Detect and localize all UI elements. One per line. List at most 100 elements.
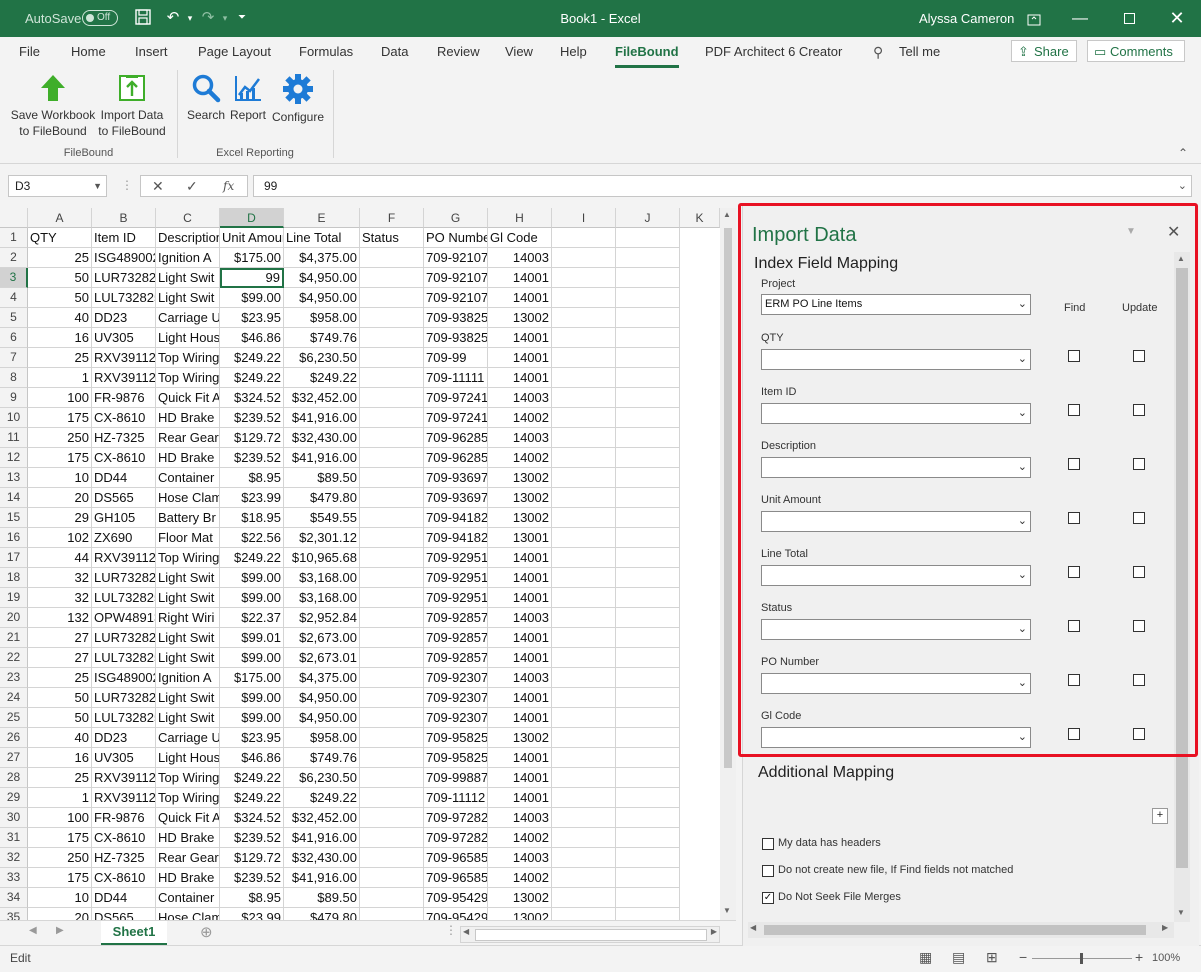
table-cell[interactable]: $23.99 — [220, 908, 284, 920]
next-sheet-icon[interactable]: ▶ — [56, 925, 64, 936]
table-cell[interactable]: 50 — [28, 688, 92, 708]
row-header[interactable]: 33 — [0, 868, 28, 888]
table-cell[interactable] — [616, 908, 680, 920]
table-cell[interactable]: 14001 — [488, 748, 552, 768]
table-cell[interactable]: HZ-7325 — [92, 428, 156, 448]
table-cell[interactable]: 27 — [28, 648, 92, 668]
table-cell[interactable] — [616, 268, 680, 288]
table-cell[interactable] — [360, 508, 424, 528]
table-cell[interactable] — [552, 768, 616, 788]
table-cell[interactable]: Battery Br — [156, 508, 220, 528]
row-header[interactable]: 25 — [0, 708, 28, 728]
table-cell[interactable]: DD23 — [92, 308, 156, 328]
table-cell[interactable]: HD Brake — [156, 828, 220, 848]
table-cell[interactable]: ISG489002 — [92, 248, 156, 268]
table-cell[interactable]: LUR732824 — [92, 268, 156, 288]
column-header[interactable]: F — [360, 208, 424, 228]
table-cell[interactable]: 13002 — [488, 888, 552, 908]
table-cell[interactable]: $46.86 — [220, 328, 284, 348]
table-cell[interactable] — [616, 748, 680, 768]
table-cell[interactable] — [552, 748, 616, 768]
table-cell[interactable]: 709-96285 — [424, 428, 488, 448]
table-cell[interactable]: 709-94182 — [424, 528, 488, 548]
scroll-up-icon[interactable]: ▲ — [723, 210, 731, 219]
table-cell[interactable]: 27 — [28, 628, 92, 648]
scroll-down-icon[interactable]: ▼ — [723, 906, 731, 915]
table-cell[interactable]: RXV39112 — [92, 548, 156, 568]
row-header[interactable]: 11 — [0, 428, 28, 448]
table-cell[interactable]: 13002 — [488, 508, 552, 528]
table-cell[interactable]: 1 — [28, 788, 92, 808]
table-cell[interactable]: 14001 — [488, 288, 552, 308]
active-cell[interactable]: 99 — [220, 268, 284, 288]
row-header[interactable]: 18 — [0, 568, 28, 588]
pane-hscroll-thumb[interactable] — [764, 925, 1146, 935]
enter-check-icon[interactable]: ✓ — [186, 178, 198, 195]
table-cell[interactable] — [616, 628, 680, 648]
row-header[interactable]: 7 — [0, 348, 28, 368]
comments-button[interactable]: ▭ Comments — [1087, 40, 1185, 62]
table-cell[interactable] — [360, 308, 424, 328]
table-cell[interactable]: Description — [156, 228, 220, 248]
row-header[interactable]: 23 — [0, 668, 28, 688]
column-header[interactable]: C — [156, 208, 220, 228]
table-cell[interactable]: 13002 — [488, 728, 552, 748]
option-checkbox[interactable] — [762, 865, 774, 877]
row-header[interactable]: 34 — [0, 888, 28, 908]
table-cell[interactable]: $32,430.00 — [284, 428, 360, 448]
table-cell[interactable]: 709-93697 — [424, 468, 488, 488]
table-cell[interactable] — [360, 728, 424, 748]
table-cell[interactable] — [360, 288, 424, 308]
table-cell[interactable]: UV305 — [92, 328, 156, 348]
table-cell[interactable] — [552, 728, 616, 748]
table-cell[interactable]: 25 — [28, 768, 92, 788]
table-cell[interactable]: 25 — [28, 668, 92, 688]
table-cell[interactable]: Rear Gear — [156, 428, 220, 448]
collapse-ribbon-icon[interactable]: ⌃ — [1178, 146, 1188, 160]
table-cell[interactable] — [552, 488, 616, 508]
table-cell[interactable]: 709-92857 — [424, 608, 488, 628]
report-button[interactable]: Report — [229, 73, 267, 123]
table-cell[interactable]: 25 — [28, 248, 92, 268]
search-button[interactable]: Search — [186, 73, 226, 123]
table-cell[interactable] — [616, 288, 680, 308]
table-cell[interactable]: 14001 — [488, 688, 552, 708]
table-cell[interactable] — [360, 628, 424, 648]
table-cell[interactable] — [616, 688, 680, 708]
table-cell[interactable]: $2,673.01 — [284, 648, 360, 668]
table-cell[interactable]: Gl Code — [488, 228, 552, 248]
table-cell[interactable]: Hose Clam — [156, 488, 220, 508]
table-cell[interactable] — [360, 428, 424, 448]
table-cell[interactable]: RXV39112 — [92, 788, 156, 808]
table-cell[interactable] — [360, 388, 424, 408]
table-cell[interactable]: 132 — [28, 608, 92, 628]
table-cell[interactable]: Carriage U — [156, 308, 220, 328]
table-cell[interactable] — [552, 348, 616, 368]
column-header[interactable]: B — [92, 208, 156, 228]
table-cell[interactable] — [552, 608, 616, 628]
table-cell[interactable]: $3,168.00 — [284, 588, 360, 608]
table-cell[interactable] — [552, 588, 616, 608]
tab-splitter-icon[interactable]: ⋮ — [445, 923, 457, 937]
pane-scroll-right-icon[interactable]: ▶ — [1162, 923, 1168, 932]
column-header[interactable]: E — [284, 208, 360, 228]
table-cell[interactable]: CX-8610 — [92, 828, 156, 848]
table-cell[interactable]: 29 — [28, 508, 92, 528]
page-layout-view-icon[interactable]: ▤ — [952, 949, 965, 966]
table-cell[interactable]: 14001 — [488, 548, 552, 568]
table-cell[interactable] — [552, 868, 616, 888]
add-mapping-button[interactable]: + — [1152, 808, 1168, 824]
table-cell[interactable]: $22.56 — [220, 528, 284, 548]
table-cell[interactable]: UV305 — [92, 748, 156, 768]
table-cell[interactable]: $8.95 — [220, 888, 284, 908]
pane-horizontal-scrollbar[interactable]: ◀ ▶ — [748, 922, 1174, 938]
table-cell[interactable] — [616, 248, 680, 268]
table-cell[interactable]: 709-95429 — [424, 908, 488, 920]
table-cell[interactable]: Top Wiring — [156, 348, 220, 368]
table-cell[interactable]: Item ID — [92, 228, 156, 248]
table-cell[interactable]: LUR732824 — [92, 568, 156, 588]
tab-pdf-architect[interactable]: PDF Architect 6 Creator — [705, 44, 842, 59]
zoom-slider-thumb[interactable] — [1080, 953, 1083, 964]
table-cell[interactable]: Line Total — [284, 228, 360, 248]
table-cell[interactable] — [616, 228, 680, 248]
